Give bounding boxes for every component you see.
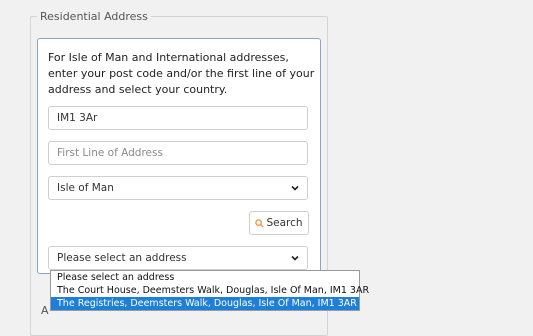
address-lookup-instructions: For Isle of Man and International addres… — [48, 51, 315, 96]
address-dropdown-list: Please select an address The Court House… — [50, 270, 369, 311]
residential-address-legend: Residential Address — [37, 10, 151, 23]
search-button-label: Search — [266, 217, 303, 229]
address-option[interactable]: The Court House, Deemsters Walk, Douglas… — [51, 284, 369, 297]
search-icon — [255, 218, 264, 228]
chevron-down-icon — [291, 185, 299, 191]
address-select-value: Please select an address — [57, 252, 187, 264]
postcode-input[interactable]: IM1 3Ar — [48, 106, 308, 130]
partially-hidden-label: A — [41, 304, 49, 317]
search-button[interactable]: Search — [249, 211, 309, 235]
address-select[interactable]: Please select an address — [48, 246, 308, 270]
address-option-highlighted[interactable]: The Registries, Deemsters Walk, Douglas,… — [51, 297, 359, 310]
chevron-down-icon — [291, 255, 299, 261]
country-select-value: Isle of Man — [57, 182, 114, 194]
address-option[interactable]: Please select an address — [51, 271, 359, 284]
first-line-address-input[interactable]: First Line of Address — [48, 141, 308, 165]
country-select[interactable]: Isle of Man — [48, 176, 308, 200]
